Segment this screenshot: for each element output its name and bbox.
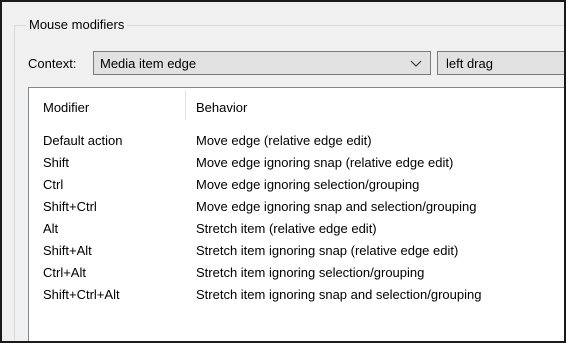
- list-rows: Default action Move edge (relative edge …: [29, 131, 564, 307]
- behavior-cell: Stretch item (relative edge edit): [196, 221, 377, 236]
- groupbox-title: Mouse modifiers: [26, 16, 128, 33]
- list-header: Modifier Behavior: [29, 88, 564, 124]
- behavior-cell: Move edge ignoring snap and selection/gr…: [196, 199, 477, 214]
- behavior-cell: Stretch item ignoring selection/grouping: [196, 265, 425, 280]
- list-item[interactable]: Default action Move edge (relative edge …: [29, 131, 564, 153]
- mouse-modifiers-panel: Mouse modifiers Context: Media item edge…: [0, 0, 566, 343]
- column-divider[interactable]: [185, 90, 186, 120]
- column-header-behavior[interactable]: Behavior: [196, 99, 247, 116]
- modifier-cell: Ctrl: [43, 177, 64, 192]
- context-dropdown-value: Media item edge: [100, 56, 197, 71]
- modifier-cell: Shift: [43, 155, 70, 170]
- list-item[interactable]: Shift Move edge ignoring snap (relative …: [29, 153, 564, 175]
- behavior-cell: Stretch item ignoring snap (relative edg…: [196, 243, 459, 258]
- list-item[interactable]: Ctrl Move edge ignoring selection/groupi…: [29, 175, 564, 197]
- action-dropdown-value: left drag: [446, 56, 493, 71]
- modifier-cell: Default action: [43, 133, 123, 148]
- modifier-cell: Shift+Ctrl: [43, 199, 97, 214]
- behavior-cell: Move edge (relative edge edit): [196, 133, 372, 148]
- modifier-cell: Shift+Alt: [43, 243, 92, 258]
- column-header-modifier[interactable]: Modifier: [43, 99, 89, 116]
- modifier-cell: Alt: [43, 221, 59, 236]
- action-dropdown[interactable]: left drag: [437, 51, 564, 75]
- list-item[interactable]: Shift+Ctrl+Alt Stretch item ignoring sna…: [29, 285, 564, 307]
- behavior-cell: Stretch item ignoring snap and selection…: [196, 287, 482, 302]
- behavior-cell: Move edge ignoring selection/grouping: [196, 177, 420, 192]
- list-item[interactable]: Shift+Ctrl Move edge ignoring snap and s…: [29, 197, 564, 219]
- modifier-cell: Ctrl+Alt: [43, 265, 86, 280]
- modifier-list[interactable]: Modifier Behavior Default action Move ed…: [28, 87, 564, 341]
- list-item[interactable]: Alt Stretch item (relative edge edit): [29, 219, 564, 241]
- list-item[interactable]: Shift+Alt Stretch item ignoring snap (re…: [29, 241, 564, 263]
- behavior-cell: Move edge ignoring snap (relative edge e…: [196, 155, 454, 170]
- context-dropdown[interactable]: Media item edge: [93, 51, 431, 75]
- groupbox-border-left: [14, 25, 15, 341]
- list-item[interactable]: Ctrl+Alt Stretch item ignoring selection…: [29, 263, 564, 285]
- chevron-down-icon: [410, 60, 422, 67]
- context-label: Context:: [28, 56, 77, 71]
- modifier-cell: Shift+Ctrl+Alt: [43, 287, 120, 302]
